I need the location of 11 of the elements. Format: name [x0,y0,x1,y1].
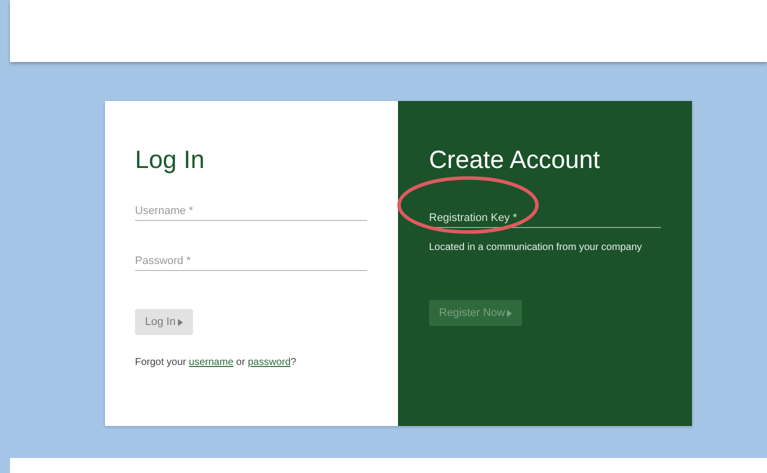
password-field[interactable]: Password * [135,251,367,271]
registration-key-field[interactable]: Registration Key * [429,208,661,228]
username-link[interactable]: username [188,357,234,368]
login-title: Log In [135,146,206,175]
caret-icon [178,318,183,326]
password-link[interactable]: password [248,357,291,368]
caret-icon [507,310,512,316]
register-title: Create Account [429,146,601,175]
username-field[interactable]: Username * [135,201,367,221]
registration-hint: Located in a communication from your company [429,242,643,253]
forgot-text: Forgot your username or password? [135,357,298,368]
